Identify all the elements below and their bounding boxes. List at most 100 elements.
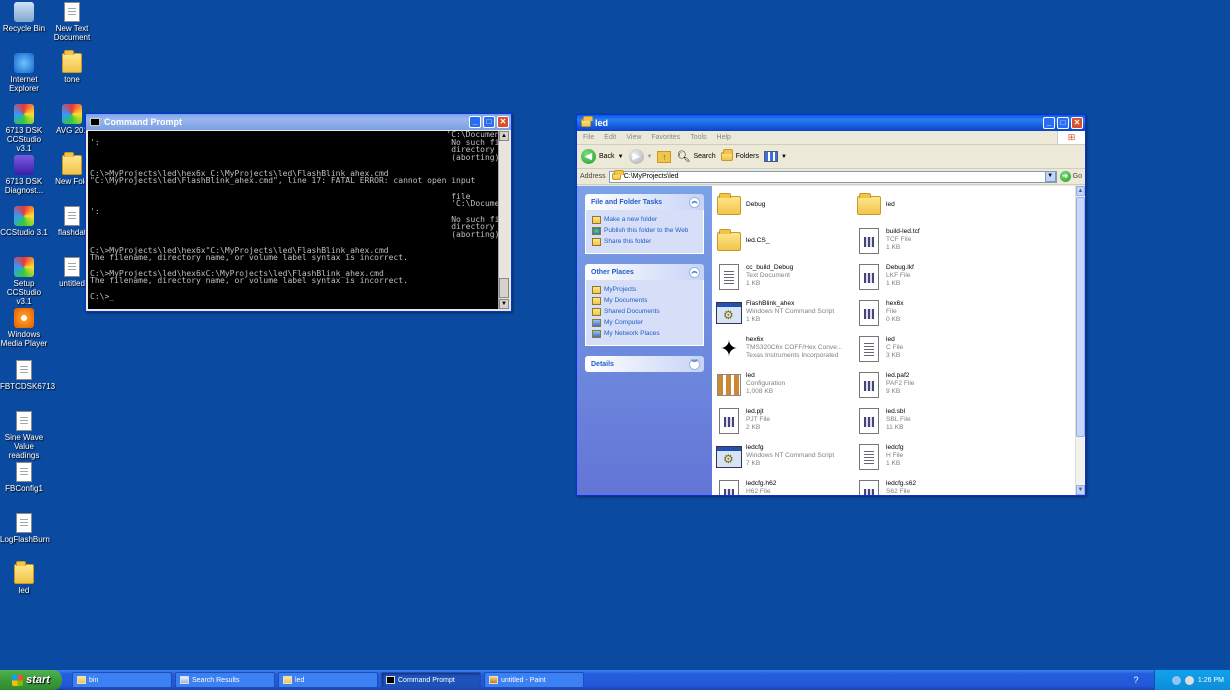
file-item[interactable]: Debug.lkf LKF File 1 KB bbox=[855, 263, 995, 295]
chevron-down-icon[interactable]: ▼ bbox=[1044, 171, 1056, 182]
scroll-thumb[interactable] bbox=[499, 278, 509, 298]
file-item[interactable]: ledcfg.s62 S62 File bbox=[855, 479, 995, 495]
file-item[interactable]: hex6x File 0 KB bbox=[855, 299, 995, 331]
file-item[interactable]: build-led.tcf TCF File 1 KB bbox=[855, 227, 995, 259]
taskbar-button[interactable]: Search Results bbox=[175, 672, 275, 688]
file-folder-tasks-header[interactable]: File and Folder Tasks ︽ bbox=[585, 194, 704, 210]
clock[interactable]: 1:26 PM bbox=[1198, 677, 1224, 684]
close-button[interactable]: ✕ bbox=[497, 116, 509, 128]
file-item[interactable]: ledcfgWindows NT Command Script7 KB bbox=[715, 443, 855, 475]
file-item[interactable]: ledcfg.h62 H62 File bbox=[715, 479, 855, 495]
search-button[interactable]: 🔍︎ Search bbox=[676, 150, 715, 163]
go-button[interactable]: ➜ Go bbox=[1059, 171, 1082, 182]
task-link[interactable]: My Network Places bbox=[592, 330, 697, 338]
scroll-thumb[interactable] bbox=[1076, 197, 1085, 437]
desktop-icon[interactable]: CCStudio 3.1 bbox=[0, 206, 48, 237]
desktop-icon[interactable]: Sine Wave Value readings bbox=[0, 411, 48, 460]
desktop-icon[interactable]: New Text Document bbox=[48, 2, 96, 42]
desktop-icon[interactable]: tone bbox=[48, 50, 96, 84]
task-link[interactable]: Shared Documents bbox=[592, 308, 697, 316]
new-folder-icon bbox=[592, 216, 601, 224]
forward-button[interactable]: ▶ ▼ bbox=[628, 149, 652, 164]
desktop-icon[interactable]: FBConfig1 bbox=[0, 462, 48, 493]
desktop-icon-label: FBConfig1 bbox=[5, 484, 43, 493]
explorer-titlebar[interactable]: led _ □ ✕ bbox=[577, 115, 1085, 131]
menu-help[interactable]: Help bbox=[717, 134, 731, 141]
file-item[interactable]: ledcfg H File 1 KB bbox=[855, 443, 995, 475]
file-item[interactable]: led.sbl SBL File 11 KB bbox=[855, 407, 995, 439]
minimize-button[interactable]: _ bbox=[469, 116, 481, 128]
file-item[interactable]: led.paf2 PAF2 File 9 KB bbox=[855, 371, 995, 403]
ccstudio-icon bbox=[14, 206, 34, 226]
desktop-icon-label: Windows Media Player bbox=[0, 330, 48, 348]
maximize-button[interactable]: □ bbox=[483, 116, 495, 128]
other-places-header[interactable]: Other Places ︽ bbox=[585, 264, 704, 280]
taskbar-button[interactable]: Command Prompt bbox=[381, 672, 481, 688]
taskbar-button[interactable]: untitled - Paint bbox=[484, 672, 584, 688]
file-item[interactable]: led C File 3 KB bbox=[855, 335, 995, 367]
minimize-button[interactable]: _ bbox=[1043, 117, 1055, 129]
help-icon[interactable]: ? bbox=[1130, 674, 1142, 686]
menu-favorites[interactable]: Favorites bbox=[651, 134, 680, 141]
task-link[interactable]: Share this folder bbox=[592, 238, 697, 246]
views-button[interactable]: ▼ bbox=[763, 151, 787, 162]
cmd-titlebar[interactable]: Command Prompt _ □ ✕ bbox=[86, 114, 511, 130]
taskbar-button[interactable]: led bbox=[278, 672, 378, 688]
explorer-window[interactable]: led _ □ ✕ File Edit View Favorites Tools Help… bbox=[576, 114, 1086, 496]
desktop-icon[interactable]: LogFlashBurn bbox=[0, 513, 50, 544]
collapse-icon[interactable]: ︽ bbox=[689, 266, 700, 278]
file-item[interactable]: FlashBlink_ahexWindows NT Command Script… bbox=[715, 299, 855, 331]
menu-view[interactable]: View bbox=[626, 134, 641, 141]
scroll-up-arrow-icon[interactable]: ▲ bbox=[499, 131, 509, 141]
windows-logo-icon bbox=[12, 674, 24, 686]
taskbar-button[interactable]: bin bbox=[72, 672, 172, 688]
task-link[interactable]: MyProjects bbox=[592, 286, 697, 294]
desktop-icon[interactable]: 6713 DSK Diagnost... bbox=[0, 155, 48, 195]
file-item[interactable]: led.pjt PJT File 2 KB bbox=[715, 407, 855, 439]
desktop-icon[interactable]: Internet Explorer bbox=[0, 53, 48, 93]
folders-button[interactable]: Folders bbox=[720, 149, 759, 161]
task-link[interactable]: Make a new folder bbox=[592, 216, 697, 224]
forward-arrow-icon: ▶ bbox=[628, 149, 644, 164]
details-header[interactable]: Details ︾ bbox=[585, 356, 704, 372]
file-list-scrollbar[interactable]: ▲ ▼ bbox=[1075, 186, 1085, 495]
console-line: "C:\MyProjects\led\FlashBlink_ahex.cmd",… bbox=[90, 176, 476, 186]
desktop-icon[interactable]: led bbox=[0, 561, 48, 595]
task-link[interactable]: Publish this folder to the Web bbox=[592, 227, 697, 235]
file-item[interactable]: led.CS_ bbox=[715, 227, 855, 259]
task-link[interactable]: My Documents bbox=[592, 297, 697, 305]
file-item[interactable]: ✦ hex6x TMS320C6x COFF/Hex Conve... Texas I… bbox=[715, 335, 855, 367]
desktop-icon[interactable]: Setup CCStudio v3.1 bbox=[0, 257, 48, 306]
scroll-up-arrow-icon[interactable]: ▲ bbox=[1076, 186, 1085, 196]
cmd-scrollbar[interactable]: ▲ ▼ bbox=[498, 131, 509, 309]
network-icon[interactable] bbox=[1171, 675, 1181, 685]
desktop-icon[interactable]: 6713 DSK CCStudio v3.1 bbox=[0, 104, 48, 153]
file-item[interactable]: Debug bbox=[715, 191, 855, 223]
maximize-button[interactable]: □ bbox=[1057, 117, 1069, 129]
volume-icon[interactable] bbox=[1184, 675, 1194, 685]
menu-edit[interactable]: Edit bbox=[604, 134, 616, 141]
command-prompt-window[interactable]: Command Prompt _ □ ✕ 'C:\Documents.out ': bbox=[85, 113, 512, 312]
up-folder-button[interactable]: ↑ bbox=[657, 150, 672, 163]
file-item[interactable]: led bbox=[855, 191, 995, 223]
desktop-icon[interactable]: Windows Media Player bbox=[0, 308, 48, 348]
texas-instruments-icon: ✦ bbox=[719, 336, 739, 361]
menu-tools[interactable]: Tools bbox=[690, 134, 706, 141]
desktop-icon[interactable]: Recycle Bin bbox=[0, 2, 48, 33]
start-button[interactable]: start bbox=[0, 670, 62, 690]
scroll-down-arrow-icon[interactable]: ▼ bbox=[499, 299, 509, 309]
other-places-panel: Other Places ︽ MyProjects My Documents Sha… bbox=[585, 264, 704, 346]
file-item[interactable]: led Configuration 1,008 KB bbox=[715, 371, 855, 403]
file-item[interactable]: cc_build_Debug Text Document 1 KB bbox=[715, 263, 855, 295]
task-link[interactable]: My Computer bbox=[592, 319, 697, 327]
desktop-icon[interactable]: FBTCDSK6713 bbox=[0, 360, 55, 391]
console-output[interactable]: 'C:\Documents.out ': No such file or dire… bbox=[88, 131, 498, 309]
expand-icon[interactable]: ︾ bbox=[689, 358, 700, 370]
file-list[interactable]: ledcfg.s62 S62 File ledcfg.h62 H62 File ledc… bbox=[712, 186, 1085, 495]
scroll-down-arrow-icon[interactable]: ▼ bbox=[1076, 485, 1085, 495]
collapse-icon[interactable]: ︽ bbox=[689, 196, 700, 208]
close-button[interactable]: ✕ bbox=[1071, 117, 1083, 129]
back-button[interactable]: ◀ Back ▼ bbox=[581, 149, 624, 164]
address-input[interactable]: C:\MyProjects\led ▼ bbox=[608, 170, 1057, 183]
menu-file[interactable]: File bbox=[583, 134, 594, 141]
